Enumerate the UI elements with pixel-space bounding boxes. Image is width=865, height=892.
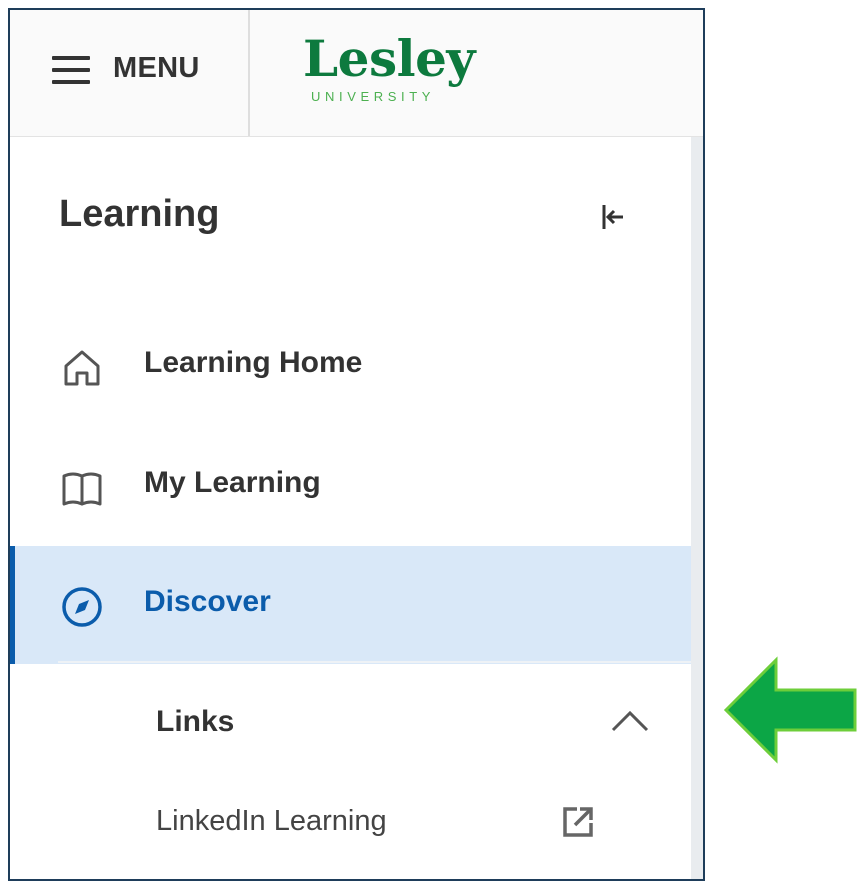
divider	[58, 661, 691, 663]
home-icon	[64, 350, 100, 386]
sidebar-item-my-learning[interactable]: My Learning	[10, 427, 691, 545]
sidebar-item-discover[interactable]: Discover	[10, 546, 691, 664]
hamburger-icon	[52, 56, 90, 84]
active-indicator	[10, 546, 15, 664]
app-frame: MENU Lesley UNIVERSITY Learning Learning…	[8, 8, 705, 881]
link-linkedin-learning[interactable]: LinkedIn Learning	[156, 805, 387, 838]
lesley-university-logo[interactable]: Lesley UNIVERSITY	[303, 34, 483, 106]
sidebar-item-label: Discover	[144, 585, 271, 618]
menu-label: MENU	[113, 52, 200, 84]
logo-wordmark: Lesley	[303, 29, 475, 88]
sidebar-title: Learning	[59, 193, 220, 235]
links-section-header[interactable]: Links	[156, 705, 234, 739]
left-arrow-icon	[723, 656, 857, 764]
menu-button[interactable]: MENU	[10, 10, 250, 136]
external-link-icon[interactable]	[561, 805, 595, 839]
collapse-panel-icon[interactable]	[594, 199, 630, 235]
top-bar: MENU Lesley UNIVERSITY	[10, 10, 703, 137]
sidebar-item-label: Learning Home	[144, 346, 363, 379]
learning-sidebar: Learning Learning Home My Learning Disco…	[10, 137, 691, 879]
book-icon	[62, 472, 102, 506]
sidebar-item-label: My Learning	[144, 466, 321, 499]
scrollbar[interactable]	[691, 137, 703, 879]
sidebar-item-learning-home[interactable]: Learning Home	[10, 307, 691, 425]
compass-icon	[62, 587, 102, 627]
logo-subtitle: UNIVERSITY	[311, 89, 436, 104]
chevron-up-icon[interactable]	[610, 707, 650, 735]
